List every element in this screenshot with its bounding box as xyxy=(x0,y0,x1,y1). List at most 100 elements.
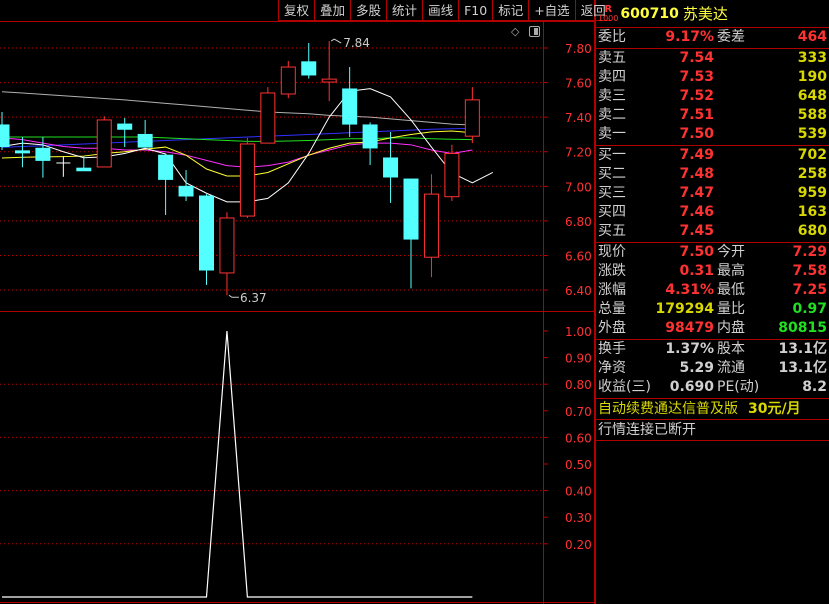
order-price: 7.47 xyxy=(679,185,714,201)
order-volume: 702 xyxy=(797,147,827,163)
quote-value: 80815 xyxy=(778,320,827,336)
quote-value: 4.31% xyxy=(665,282,714,298)
moving-average-line xyxy=(1,137,473,168)
quote-value: 0.31 xyxy=(679,263,714,279)
quote-label: 总量 xyxy=(598,301,626,317)
candle-body xyxy=(96,119,112,168)
kline-chart[interactable]: 7.80 7.60 7.40 7.20 7.00 6.80 6.60 6.40 7.84 6.37… xyxy=(0,0,595,604)
candle-body xyxy=(280,66,296,95)
fund-label: 收益(三) xyxy=(598,379,651,395)
buy-order-row: 买三 7.47 959 xyxy=(596,184,829,203)
candle-body xyxy=(403,178,419,240)
low-price-label: 6.37 xyxy=(240,291,267,305)
fund-label: 净资 xyxy=(598,360,626,376)
sell-order-row: 卖五 7.54 333 xyxy=(596,49,829,68)
quote-value: 0.97 xyxy=(792,301,827,317)
diamond-icon[interactable]: ◇ xyxy=(511,25,519,38)
order-volume: 163 xyxy=(797,204,827,220)
candle-body xyxy=(383,157,399,178)
candle-body xyxy=(178,185,194,197)
buy-order-row: 买四 7.46 163 xyxy=(596,203,829,222)
order-level: 卖四 xyxy=(598,69,626,85)
price-tick-label: 6.40 xyxy=(565,284,592,298)
quote-label: 外盘 xyxy=(598,320,626,336)
price-tick-label: 7.80 xyxy=(565,42,592,56)
quote-label: 量比 xyxy=(717,301,745,317)
quote-value: 179294 xyxy=(655,301,714,317)
fundamentals: 换手 1.37% 股本 13.1亿 净资 5.29 流通 13.1亿 收益(三) 0.690 PE(… xyxy=(596,340,829,399)
buy-orders: 买一 7.49 702 买二 7.48 258 买三 7.47 959 买四 7.46 163 买五 7.… xyxy=(596,146,829,243)
subscription-ad[interactable]: 自动续费通达信普及版 30元/月 xyxy=(596,399,829,420)
weibi-row: 委比 9.17% 委差 464 xyxy=(598,29,827,45)
quote-label: 现价 xyxy=(598,244,626,260)
order-price: 7.50 xyxy=(679,126,714,142)
order-volume: 333 xyxy=(797,50,827,66)
order-level: 卖二 xyxy=(598,107,626,123)
candle-body xyxy=(444,152,460,198)
draw-line-button[interactable]: 画线 xyxy=(422,0,458,21)
quote-panel: R 1000 600710 苏美达 委比 9.17% 委差 464 卖五 7.54 3… xyxy=(596,0,829,441)
mark-button[interactable]: 标记 xyxy=(492,0,528,21)
weibi-section: 委比 9.17% 委差 464 xyxy=(596,28,829,49)
quote-row: 涨幅 4.31% 最低 7.25 xyxy=(596,281,829,300)
panel-toggle-icon[interactable] xyxy=(529,26,540,37)
candle-body xyxy=(362,124,378,149)
order-volume: 648 xyxy=(797,88,827,104)
quote-row: 现价 7.50 今开 7.29 xyxy=(596,243,829,262)
order-price: 7.52 xyxy=(679,88,714,104)
fund-value: 13.1亿 xyxy=(778,360,827,376)
quote-row: 总量 179294 量比 0.97 xyxy=(596,300,829,319)
indicator-tick-label: 0.30 xyxy=(565,511,592,525)
price-tick-label: 7.40 xyxy=(565,111,592,125)
fund-label: 股本 xyxy=(717,341,745,357)
overlay-button[interactable]: 叠加 xyxy=(314,0,350,21)
indicator-line xyxy=(2,330,473,598)
low-marker-arrow xyxy=(228,294,239,298)
candle-body xyxy=(137,133,153,148)
quote-value: 7.58 xyxy=(792,263,827,279)
stock-header: R 1000 600710 苏美达 xyxy=(596,0,829,28)
order-price: 7.45 xyxy=(679,223,714,239)
order-level: 卖三 xyxy=(598,88,626,104)
restore-rights-button[interactable]: 复权 xyxy=(278,0,314,21)
fund-value: 13.1亿 xyxy=(778,341,827,357)
order-level: 买四 xyxy=(598,204,626,220)
order-level: 买一 xyxy=(598,147,626,163)
sell-order-row: 卖二 7.51 588 xyxy=(596,106,829,125)
sell-order-row: 卖一 7.50 539 xyxy=(596,125,829,144)
divider xyxy=(0,602,595,603)
order-price: 7.49 xyxy=(679,147,714,163)
candle-body xyxy=(260,92,276,144)
quote-stats: 现价 7.50 今开 7.29 涨跌 0.31 最高 7.58 涨幅 4.31% 最低 7.25 总量 1… xyxy=(596,243,829,340)
quote-label: 最高 xyxy=(717,263,745,279)
indicator-tick-label: 0.80 xyxy=(565,378,592,392)
quote-label: 涨幅 xyxy=(598,282,626,298)
order-volume: 258 xyxy=(797,166,827,182)
order-volume: 680 xyxy=(797,223,827,239)
candle-body xyxy=(219,217,235,274)
quote-value: 7.50 xyxy=(679,244,714,260)
statistics-button[interactable]: 统计 xyxy=(386,0,422,21)
axis-divider xyxy=(543,21,544,604)
quote-value: 7.29 xyxy=(792,244,827,260)
order-volume: 190 xyxy=(797,69,827,85)
order-level: 买二 xyxy=(598,166,626,182)
order-price: 7.53 xyxy=(679,69,714,85)
candle-body xyxy=(117,123,133,130)
f10-button[interactable]: F10 xyxy=(458,0,492,21)
price-tick-label: 7.20 xyxy=(565,146,592,160)
candle-body xyxy=(342,88,358,125)
add-watchlist-button[interactable]: +自选 xyxy=(528,0,574,21)
fund-row: 净资 5.29 流通 13.1亿 xyxy=(596,359,829,378)
high-price-label: 7.84 xyxy=(343,36,370,50)
sell-order-row: 卖三 7.52 648 xyxy=(596,87,829,106)
candle-body xyxy=(14,150,30,154)
stock-badge: R 1000 xyxy=(598,3,619,23)
order-price: 7.51 xyxy=(679,107,714,123)
multi-stock-button[interactable]: 多股 xyxy=(350,0,386,21)
quote-row: 外盘 98479 内盘 80815 xyxy=(596,319,829,338)
order-price: 7.46 xyxy=(679,204,714,220)
fund-row: 换手 1.37% 股本 13.1亿 xyxy=(596,340,829,359)
fund-row: 收益(三) 0.690 PE(动) 8.2 xyxy=(596,378,829,397)
order-volume: 539 xyxy=(797,126,827,142)
